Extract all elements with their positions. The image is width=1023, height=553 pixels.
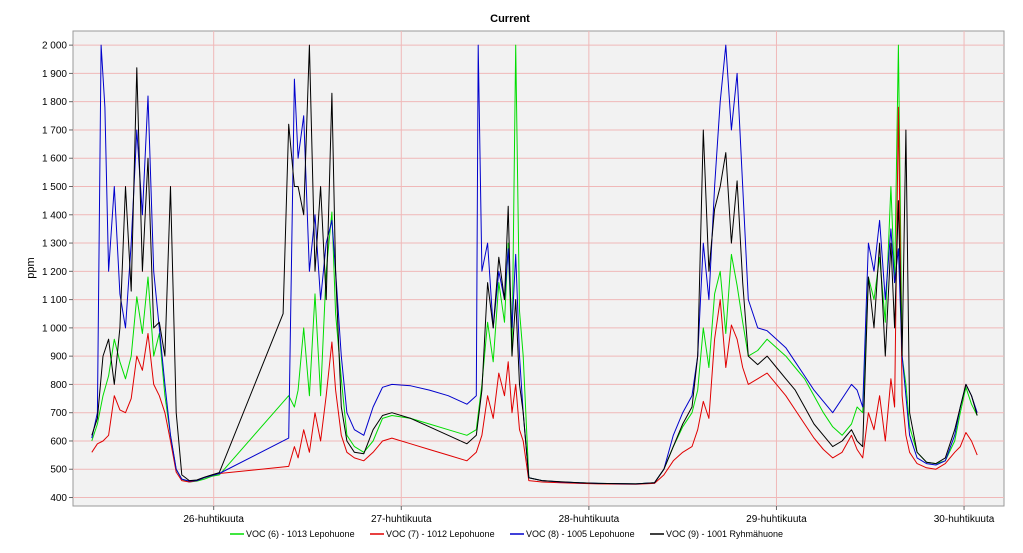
y-tick-label: 400 (50, 493, 67, 504)
legend-label: VOC (8) - 1005 Lepohuone (526, 529, 635, 539)
y-axis-label: ppm (25, 257, 37, 278)
legend-label: VOC (7) - 1012 Lepohuone (386, 529, 495, 539)
y-tick-label: 1 200 (42, 267, 67, 278)
y-tick-label: 700 (50, 408, 67, 419)
x-tick-label: 28-huhtikuuta (559, 514, 620, 525)
legend-label: VOC (6) - 1013 Lepohuone (246, 529, 355, 539)
y-tick-label: 1 500 (42, 182, 67, 193)
y-tick-label: 1 700 (42, 125, 67, 136)
voc-line-chart: Current 400 500 600 700 800 900 1 000 1 100 1 20… (0, 0, 1023, 553)
x-tick-label: 27-huhtikuuta (371, 514, 432, 525)
y-tick-label: 600 (50, 436, 67, 447)
y-tick-label: 1 800 (42, 97, 67, 108)
y-tick-label: 500 (50, 465, 67, 476)
y-tick-label: 1 300 (42, 239, 67, 250)
y-tick-label: 800 (50, 380, 67, 391)
chart-title: Current (490, 13, 530, 25)
plot-area (72, 30, 1005, 507)
y-tick-label: 1 400 (42, 210, 67, 221)
y-tick-label: 1 000 (42, 323, 67, 334)
y-tick-label: 1 600 (42, 154, 67, 165)
y-tick-label: 1 900 (42, 69, 67, 80)
legend-label: VOC (9) - 1001 Ryhmähuone (666, 529, 783, 539)
y-tick-label: 900 (50, 352, 67, 363)
x-tick-label: 26-huhtikuuta (183, 514, 244, 525)
y-tick-label: 2 000 (42, 41, 67, 52)
x-tick-label: 30-huhtikuuta (934, 514, 995, 525)
x-tick-label: 29-huhtikuuta (746, 514, 807, 525)
y-tick-label: 1 100 (42, 295, 67, 306)
